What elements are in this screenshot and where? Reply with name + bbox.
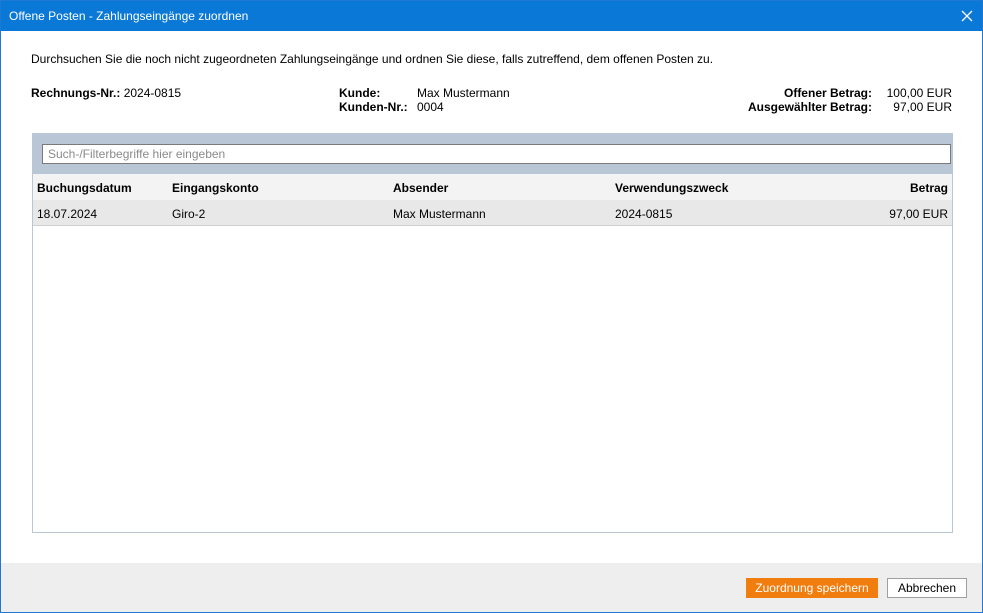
cell-eingangskonto: Giro-2 [172, 207, 206, 221]
table-header: Buchungsdatum Eingangskonto Absender Ver… [33, 174, 952, 200]
column-header-eingangskonto[interactable]: Eingangskonto [172, 181, 259, 195]
amount-values: 100,00 EUR 97,00 EUR [887, 86, 952, 114]
intro-text: Durchsuchen Sie die noch nicht zugeordne… [31, 52, 714, 66]
payments-panel: Buchungsdatum Eingangskonto Absender Ver… [32, 133, 953, 533]
search-input[interactable] [42, 144, 951, 164]
invoice-number-value: 2024-0815 [123, 86, 182, 100]
customer-name-value: Max Mustermann [417, 86, 510, 100]
column-header-absender[interactable]: Absender [393, 181, 448, 195]
selected-amount-value: 97,00 EUR [893, 100, 952, 114]
cell-betrag: 97,00 EUR [889, 207, 948, 221]
close-button[interactable] [952, 1, 982, 31]
column-header-betrag[interactable]: Betrag [910, 181, 948, 195]
open-amount-value: 100,00 EUR [886, 86, 952, 100]
customer-number-label: Kunden-Nr.: [339, 100, 408, 114]
customer-name-label: Kunde: [339, 86, 381, 100]
cancel-button[interactable]: Abbrechen [887, 578, 967, 598]
title-bar[interactable]: Offene Posten - Zahlungseingänge zuordne… [1, 1, 982, 31]
cell-verwendungszweck: 2024-0815 [615, 207, 673, 221]
column-header-buchungsdatum[interactable]: Buchungsdatum [37, 181, 132, 195]
dialog-footer: Zuordnung speichern Abbrechen [1, 563, 982, 612]
dialog-window: Offene Posten - Zahlungseingänge zuordne… [0, 0, 983, 613]
cell-absender: Max Mustermann [393, 207, 486, 221]
selected-amount-label: Ausgewählter Betrag: [747, 100, 872, 114]
customer-values: Max Mustermann 0004 [417, 86, 510, 114]
invoice-info: Rechnungs-Nr.: 2024-0815 [31, 86, 181, 100]
window-title: Offene Posten - Zahlungseingänge zuordne… [9, 9, 249, 23]
cell-buchungsdatum: 18.07.2024 [37, 207, 98, 221]
column-header-verwendungszweck[interactable]: Verwendungszweck [615, 181, 728, 195]
open-amount-label: Offener Betrag: [783, 86, 872, 100]
amount-labels: Offener Betrag: Ausgewählter Betrag: [748, 86, 872, 114]
filter-bar [33, 134, 952, 174]
customer-labels: Kunde: Kunden-Nr.: [339, 86, 408, 114]
invoice-number-label: Rechnungs-Nr.: [31, 86, 121, 100]
close-icon [961, 10, 973, 22]
customer-number-value: 0004 [417, 100, 444, 114]
save-assignment-button[interactable]: Zuordnung speichern [746, 578, 878, 598]
table-row[interactable]: 18.07.2024 Giro-2 Max Mustermann 2024-08… [33, 200, 952, 226]
